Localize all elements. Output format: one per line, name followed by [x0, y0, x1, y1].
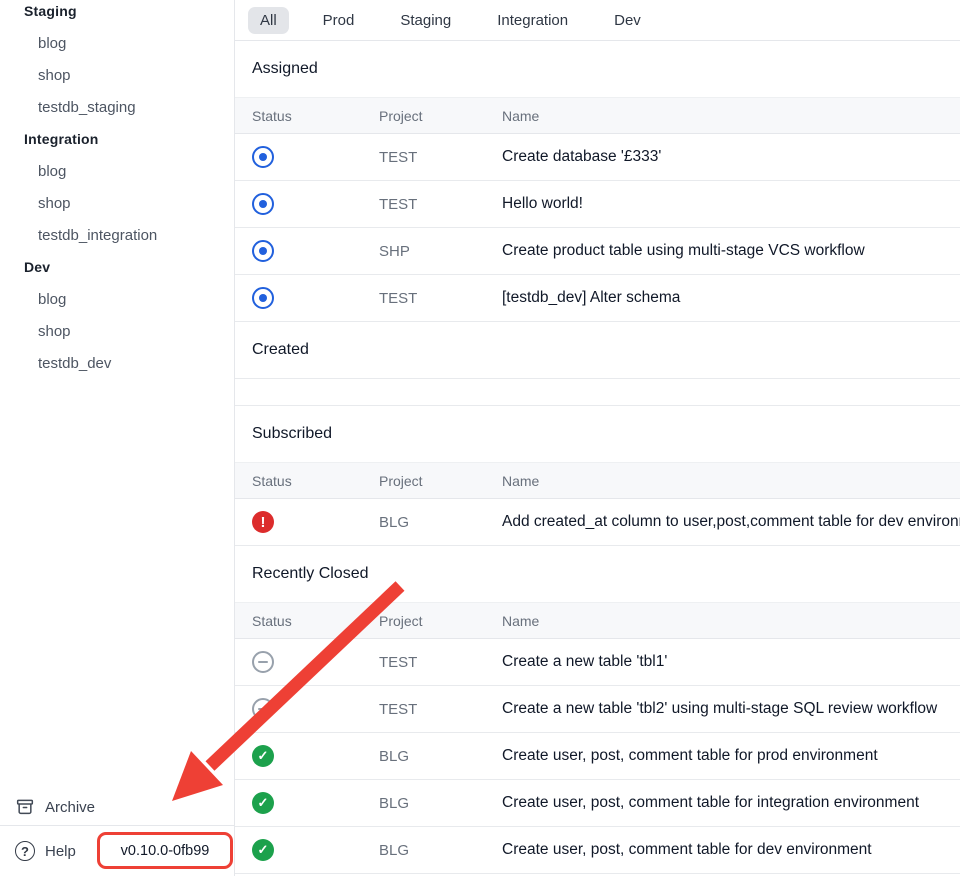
issue-status-cell — [235, 651, 379, 673]
issue-row[interactable]: TESTCreate database '£333' — [235, 134, 960, 181]
sidebar-item-shop[interactable]: shop — [0, 187, 234, 219]
column-header-name: Name — [502, 613, 960, 629]
sidebar-group-integration: Integration — [0, 123, 234, 155]
check-circle-icon: ✓ — [252, 745, 274, 767]
issue-row[interactable]: ✓ BLGCreate user, post, comment table for… — [235, 827, 960, 874]
issue-project-cell: BLG — [379, 842, 502, 859]
column-header-name: Name — [502, 473, 960, 489]
circle-dot-icon — [252, 287, 274, 309]
help-row: ? Help v0.10.0-0fb99 — [0, 826, 234, 876]
issue-project-cell: TEST — [379, 290, 502, 307]
issue-row[interactable]: ✓ BLGCreate user, post, comment table for… — [235, 780, 960, 827]
archive-button[interactable]: Archive — [0, 789, 234, 826]
empty-table-strip — [235, 378, 960, 406]
issue-row[interactable]: ✓ BLGCreate user, post, comment table for… — [235, 733, 960, 780]
question-mark-circle-icon: ? — [15, 841, 35, 861]
issue-status-cell — [235, 146, 379, 168]
app-window: Stagingblogshoptestdb_stagingIntegration… — [0, 0, 960, 876]
version-badge: v0.10.0-0fb99 — [97, 832, 233, 869]
column-header-name: Name — [502, 108, 960, 124]
issue-name-cell: Add created_at column to user,post,comme… — [502, 513, 960, 531]
archive-box-icon — [15, 797, 35, 817]
column-header-project: Project — [379, 613, 502, 629]
issue-status-cell: ✓ — [235, 745, 379, 767]
issue-project-cell: SHP — [379, 243, 502, 260]
issue-row[interactable]: TEST[testdb_dev] Alter schema — [235, 275, 960, 322]
table-header-row: StatusProjectName — [235, 97, 960, 134]
issue-row[interactable]: SHPCreate product table using multi-stag… — [235, 228, 960, 275]
circle-dot-icon — [252, 146, 274, 168]
table-header-row: StatusProjectName — [235, 602, 960, 639]
issue-status-cell — [235, 698, 379, 720]
circle-dot-icon — [252, 240, 274, 262]
sidebar-item-testdb_staging[interactable]: testdb_staging — [0, 91, 234, 123]
section-title-recently-closed: Recently Closed — [235, 546, 960, 602]
sidebar-group-dev: Dev — [0, 251, 234, 283]
issue-project-cell: BLG — [379, 795, 502, 812]
column-header-project: Project — [379, 473, 502, 489]
table-header-row: StatusProjectName — [235, 462, 960, 499]
issue-status-cell — [235, 240, 379, 262]
issue-row[interactable]: ! BLGAdd created_at column to user,post,c… — [235, 499, 960, 546]
issue-sections: AssignedStatusProjectNameTESTCreate data… — [235, 41, 960, 874]
help-label[interactable]: Help — [45, 843, 76, 860]
issue-name-cell: Create database '£333' — [502, 148, 960, 166]
sidebar-item-blog[interactable]: blog — [0, 27, 234, 59]
tab-staging[interactable]: Staging — [388, 7, 463, 34]
tab-prod[interactable]: Prod — [311, 7, 367, 34]
check-circle-icon: ✓ — [252, 792, 274, 814]
sidebar-item-testdb_dev[interactable]: testdb_dev — [0, 347, 234, 379]
issue-name-cell: Hello world! — [502, 195, 960, 213]
database-tree: Stagingblogshoptestdb_stagingIntegration… — [0, 0, 234, 379]
column-header-project: Project — [379, 108, 502, 124]
tab-all[interactable]: All — [248, 7, 289, 34]
sidebar-item-testdb_integration[interactable]: testdb_integration — [0, 219, 234, 251]
issue-project-cell: BLG — [379, 748, 502, 765]
circle-dot-icon — [252, 193, 274, 215]
sidebar-bottom: Archive ? Help v0.10.0-0fb99 — [0, 789, 234, 876]
archive-label: Archive — [45, 799, 95, 816]
issue-row[interactable]: TESTHello world! — [235, 181, 960, 228]
column-header-status: Status — [235, 108, 379, 124]
main-content: AllProdStagingIntegrationDev AssignedSta… — [235, 0, 960, 876]
sidebar-item-blog[interactable]: blog — [0, 283, 234, 315]
sidebar-group-staging: Staging — [0, 0, 234, 27]
section-title-created: Created — [235, 322, 960, 378]
column-header-status: Status — [235, 613, 379, 629]
issue-name-cell: Create user, post, comment table for int… — [502, 794, 960, 812]
issue-status-cell: ✓ — [235, 792, 379, 814]
issue-name-cell: Create a new table 'tbl2' using multi-st… — [502, 700, 960, 718]
issue-project-cell: TEST — [379, 149, 502, 166]
issue-name-cell: Create user, post, comment table for dev… — [502, 841, 960, 859]
issue-row[interactable]: TESTCreate a new table 'tbl2' using mult… — [235, 686, 960, 733]
section-title-subscribed: Subscribed — [235, 406, 960, 462]
exclamation-circle-icon: ! — [252, 511, 274, 533]
environment-tabbar: All Prod Staging Integration Dev — [235, 0, 960, 41]
issue-project-cell: BLG — [379, 514, 502, 531]
minus-circle-icon — [252, 651, 274, 673]
issue-project-cell: TEST — [379, 654, 502, 671]
section-title-assigned: Assigned — [235, 41, 960, 97]
minus-circle-icon — [252, 698, 274, 720]
sidebar-item-blog[interactable]: blog — [0, 155, 234, 187]
issue-name-cell: Create user, post, comment table for pro… — [502, 747, 960, 765]
sidebar-item-shop[interactable]: shop — [0, 59, 234, 91]
issue-name-cell: Create a new table 'tbl1' — [502, 653, 960, 671]
issue-name-cell: [testdb_dev] Alter schema — [502, 289, 960, 307]
tab-integration[interactable]: Integration — [485, 7, 580, 34]
sidebar-item-shop[interactable]: shop — [0, 315, 234, 347]
issue-status-cell: ✓ — [235, 839, 379, 861]
issue-status-cell: ! — [235, 511, 379, 533]
issue-row[interactable]: TESTCreate a new table 'tbl1' — [235, 639, 960, 686]
issue-status-cell — [235, 193, 379, 215]
issue-project-cell: TEST — [379, 701, 502, 718]
tab-dev[interactable]: Dev — [602, 7, 653, 34]
issue-status-cell — [235, 287, 379, 309]
column-header-status: Status — [235, 473, 379, 489]
sidebar: Stagingblogshoptestdb_stagingIntegration… — [0, 0, 235, 876]
check-circle-icon: ✓ — [252, 839, 274, 861]
issue-name-cell: Create product table using multi-stage V… — [502, 242, 960, 260]
issue-project-cell: TEST — [379, 196, 502, 213]
